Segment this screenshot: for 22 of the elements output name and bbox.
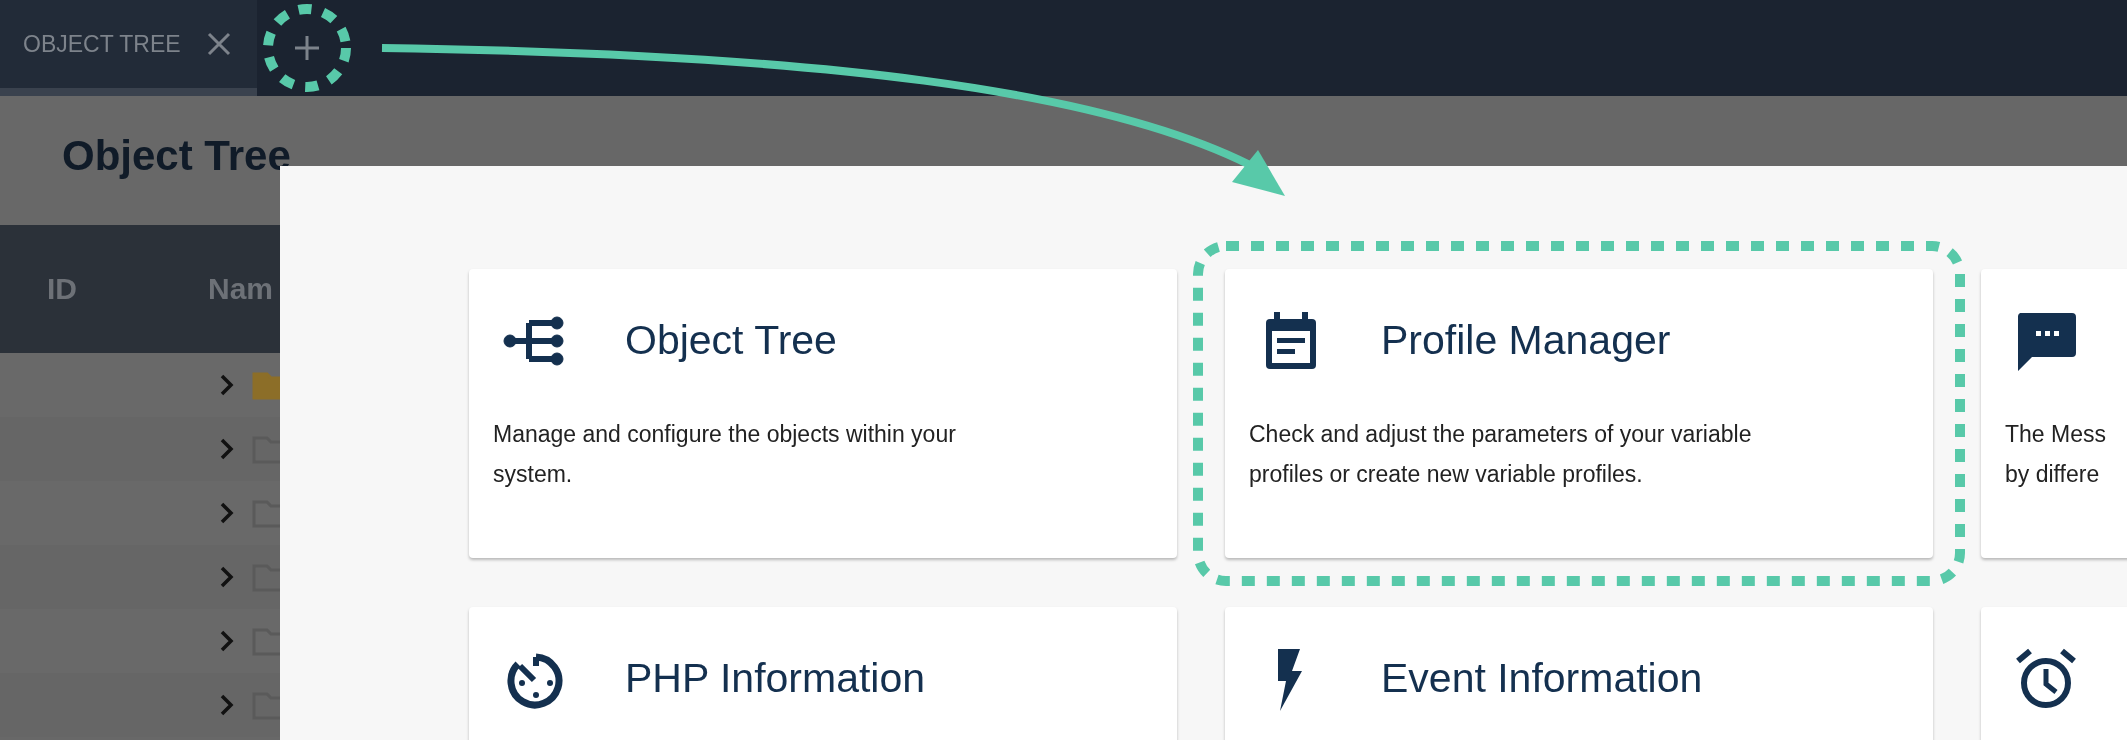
- card-title: Object Tree: [625, 317, 837, 364]
- chevron-icon[interactable]: [220, 694, 234, 716]
- tab[interactable]: OBJECT TREE: [0, 0, 257, 96]
- chevron-icon[interactable]: [220, 630, 234, 652]
- close-icon[interactable]: [206, 32, 231, 56]
- card-title: Event Information: [1381, 655, 1703, 702]
- chevron-icon[interactable]: [220, 566, 234, 588]
- card-title: Profile Manager: [1381, 317, 1671, 364]
- card-title: PHP Information: [625, 655, 926, 702]
- column-header[interactable]: Nam: [208, 272, 274, 306]
- chevron-icon[interactable]: [220, 502, 234, 524]
- card-background[interactable]: [469, 269, 1177, 558]
- card-description: Manage and configure the objects within your system.: [493, 420, 957, 489]
- card-description: The Mess by differe: [2005, 420, 2107, 489]
- page-title: Object Tree: [61, 131, 292, 181]
- alarm-clock-icon: [2014, 646, 2078, 711]
- card-description: Check and adjust the parameters of your variable profiles or create new variable profiles.: [1249, 420, 1753, 489]
- column-header[interactable]: ID: [47, 272, 208, 306]
- card-background[interactable]: [1225, 269, 1933, 558]
- chevron-icon[interactable]: [220, 438, 234, 460]
- chevron-icon[interactable]: [220, 374, 234, 396]
- plus-icon[interactable]: [293, 35, 320, 61]
